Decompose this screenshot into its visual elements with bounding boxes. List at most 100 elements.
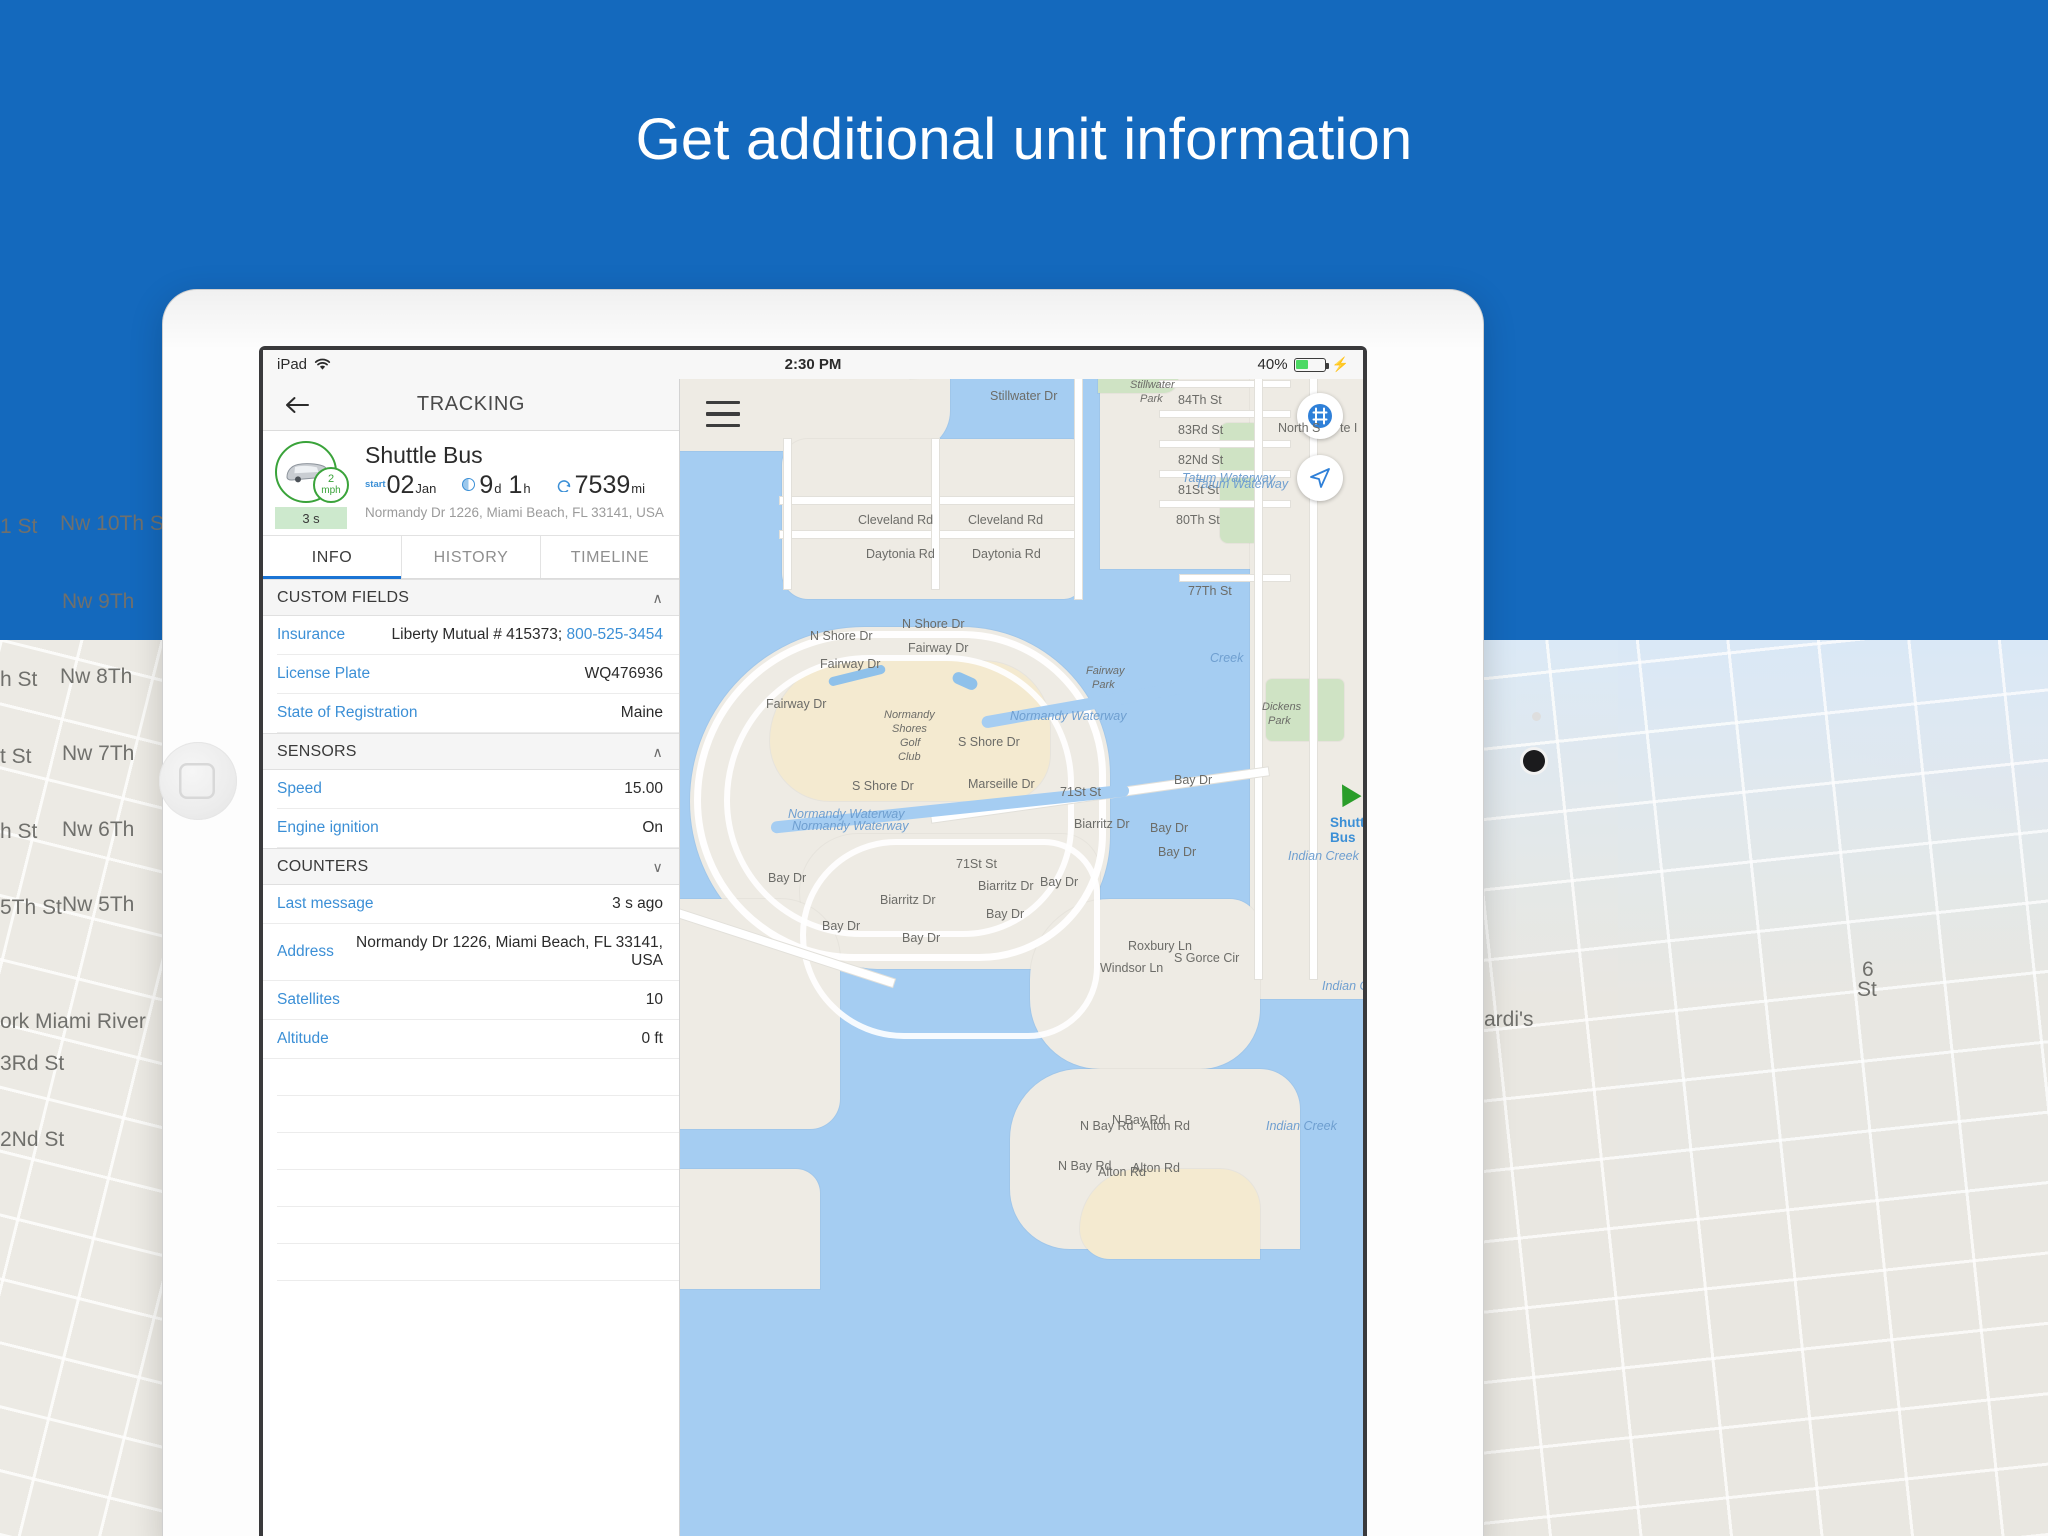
map-label: Shores: [892, 723, 927, 735]
map-label: Marseille Dr: [968, 777, 1035, 791]
field-value: Normandy Dr 1226, Miami Beach, FL 33141,…: [356, 934, 663, 969]
unit-summary-card[interactable]: 2 mph 3 s Shuttle Bus start 02 Jan 9 d 1…: [263, 431, 679, 536]
field-value: Maine: [620, 704, 663, 721]
background-map-label: 5Th St: [0, 896, 62, 919]
section-title: COUNTERS: [277, 858, 369, 875]
map-label: S Gorce Cir: [1174, 951, 1240, 965]
map-label: North S: [1278, 421, 1321, 435]
locate-arrow-icon: [1310, 468, 1330, 488]
list-item[interactable]: License Plate WQ476936: [277, 655, 679, 694]
split-view: TRACKING 2 mph 3 s Shuttle Bus start 02 …: [263, 379, 1363, 1536]
map-label: Cleveland Rd: [858, 513, 934, 527]
field-value: Liberty Mutual # 415373; 800-525-3454: [392, 626, 663, 644]
road: [1160, 441, 1290, 447]
map-label: 77Th St: [1188, 584, 1232, 598]
map-label: 83Rd St: [1178, 423, 1224, 437]
stat-duration: 9 d 1 h: [462, 470, 531, 499]
list-item[interactable]: State of Registration Maine: [277, 694, 679, 733]
map-label: Daytonia Rd: [972, 547, 1041, 561]
land-mass: [680, 1169, 820, 1289]
map-label: Bay Dr: [768, 871, 807, 885]
list-item[interactable]: Insurance Liberty Mutual # 415373; 800-52…: [277, 616, 679, 655]
background-map-label: Nw 10Th St: [60, 512, 170, 535]
road: [784, 439, 791, 589]
menu-line: [706, 412, 740, 416]
background-map-label: ardi's: [1484, 1008, 1534, 1031]
list-item[interactable]: Satellites 10: [263, 981, 679, 1020]
home-button[interactable]: [159, 742, 237, 820]
map-label: Indian Creek: [1266, 1119, 1337, 1133]
unit-stats-row: start 02 Jan 9 d 1 h 7539 mi: [365, 470, 667, 499]
map-label: 71St St: [1060, 785, 1101, 799]
field-value: On: [642, 819, 663, 836]
mileage-unit: mi: [631, 480, 645, 496]
chevron-up-icon: ∧: [652, 590, 663, 606]
map-label: Fairway Dr: [820, 657, 881, 671]
promo-title: Get additional unit information: [635, 107, 1413, 172]
road: [1180, 575, 1290, 581]
map-view[interactable]: Shuttle Bus Stillwater Dr Stillwater Park 8…: [680, 379, 1363, 1536]
unit-detail-panel: TRACKING 2 mph 3 s Shuttle Bus start 02 …: [263, 379, 680, 1536]
start-label: start: [365, 478, 386, 490]
list-item[interactable]: Speed 15.00: [277, 770, 679, 809]
detail-list[interactable]: CUSTOM FIELDS ∧ Insurance Liberty Mutual # …: [263, 579, 679, 1536]
field-label: State of Registration: [277, 704, 418, 721]
background-map-label: 2Nd St: [0, 1128, 65, 1151]
map-label: Bay Dr: [1158, 845, 1197, 859]
map-label: Bay Dr: [902, 931, 941, 945]
background-map-label: h St: [0, 668, 38, 691]
tab-info[interactable]: INFO: [263, 536, 402, 579]
duration-hours: 1: [508, 470, 523, 499]
map-label: 82Nd St: [1178, 453, 1224, 467]
field-label: Last message: [277, 895, 374, 912]
map-label: Normandy Waterway: [1010, 709, 1127, 723]
background-map-label: Nw 5Th: [62, 893, 135, 916]
road-ring: [800, 839, 1100, 1039]
duration-days-unit: d: [494, 480, 502, 496]
map-label: Dickens: [1262, 701, 1302, 713]
map-label: N Shore Dr: [902, 617, 965, 631]
map-label: S Shore Dr: [852, 779, 914, 793]
home-button-square-icon: [179, 763, 215, 799]
list-item[interactable]: Altitude 0 ft: [263, 1020, 679, 1059]
section-header-custom-fields[interactable]: CUSTOM FIELDS ∧: [263, 579, 679, 616]
background-map-label: Nw 9Th: [62, 590, 135, 613]
nav-bar: TRACKING: [263, 379, 679, 431]
ios-status-bar: iPad 2:30 PM 40% ⚡: [263, 350, 1363, 379]
field-value: 10: [645, 991, 663, 1008]
app-screen: iPad 2:30 PM 40% ⚡ TRACKING 2 mph 3 s Sh…: [263, 350, 1363, 1536]
map-label: Park: [1140, 393, 1163, 405]
unit-info-column: Shuttle Bus start 02 Jan 9 d 1 h 7539 mi…: [365, 441, 667, 529]
list-item[interactable]: Address Normandy Dr 1226, Miami Beach, FL…: [263, 924, 679, 981]
bus-marker-label: Shuttle Bus: [1330, 815, 1363, 845]
locate-me-button[interactable]: [1297, 455, 1343, 501]
map-label: Biarritz Dr: [880, 893, 936, 907]
stat-start-date: start 02 Jan: [365, 472, 437, 498]
background-map-label: St: [1857, 978, 1877, 1001]
tab-timeline[interactable]: TIMELINE: [541, 536, 679, 578]
ambient-sensor: [1532, 712, 1541, 721]
map-label: Bay Dr: [822, 919, 861, 933]
field-value-text: Liberty Mutual # 415373;: [391, 626, 567, 643]
map-label: Cleveland Rd: [968, 513, 1044, 527]
map-label: Bay Dr: [1150, 821, 1189, 835]
list-item[interactable]: Engine ignition On: [277, 809, 679, 848]
page-title: TRACKING: [416, 393, 526, 415]
background-map-label: ork Miami River: [0, 1010, 146, 1033]
start-month: Jan: [415, 480, 437, 496]
map-label: N Shore Dr: [810, 629, 873, 643]
map-label: Bay Dr: [1040, 875, 1079, 889]
phone-link[interactable]: 800-525-3454: [566, 626, 663, 643]
tab-history[interactable]: HISTORY: [402, 536, 541, 578]
section-header-sensors[interactable]: SENSORS ∧: [263, 733, 679, 770]
road: [780, 531, 1080, 538]
map-label: 71St St: [956, 857, 997, 871]
section-header-counters[interactable]: COUNTERS ∨: [263, 848, 679, 885]
list-item[interactable]: Last message 3 s ago: [263, 885, 679, 924]
map-label: Creek: [1210, 651, 1244, 665]
bus-marker-icon[interactable]: [1361, 775, 1363, 809]
map-label: Fairway: [1086, 665, 1125, 677]
map-label: Bay Dr: [986, 907, 1025, 921]
hamburger-menu-icon[interactable]: [706, 401, 740, 427]
field-value: WQ476936: [584, 665, 663, 682]
